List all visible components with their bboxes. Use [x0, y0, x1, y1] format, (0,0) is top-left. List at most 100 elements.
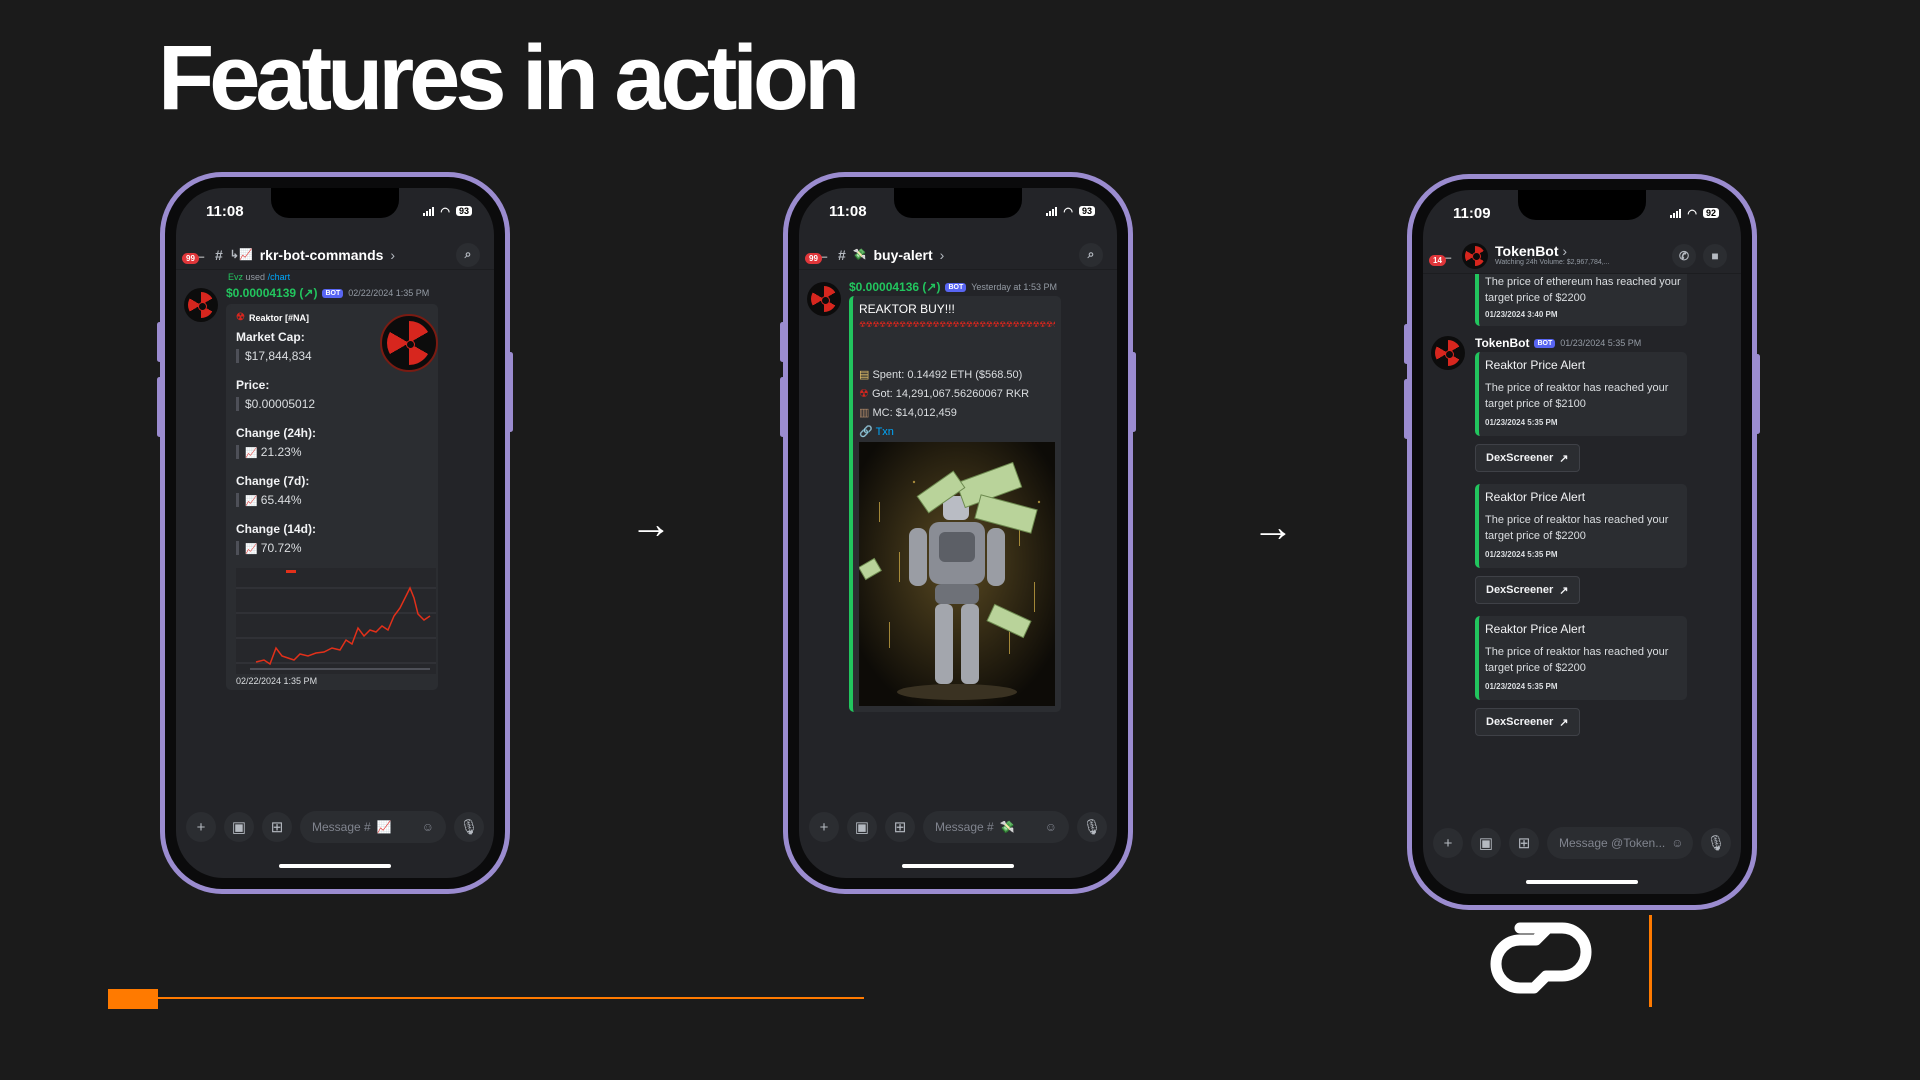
emoji-icon[interactable]: ☺ [422, 820, 434, 834]
chart-embed: ☢ Reaktor [#NA] Market Cap: $17,844,834 … [226, 304, 438, 690]
price-chart-image[interactable] [236, 568, 436, 674]
avatar[interactable] [1462, 242, 1488, 269]
dexscreener-button[interactable]: DexScreener ↗ [1475, 708, 1580, 736]
notch [1518, 190, 1646, 220]
bot-name[interactable]: TokenBot [1475, 336, 1529, 350]
phone-screen: 11:09 ◠ 92 ← 14 TokenBot › Watching 24h … [1423, 190, 1741, 894]
message-header: TokenBot BOT 01/23/2024 5:35 PM [1475, 336, 1641, 350]
message-header: $0.00004139 (↗) BOT 02/22/2024 1:35 PM [226, 286, 429, 300]
avatar[interactable] [1431, 336, 1465, 370]
alert-text: The price of reaktor has reached your ta… [1485, 646, 1669, 674]
image-icon[interactable]: ▣ [224, 812, 254, 842]
emoji-icon[interactable]: ☺ [1045, 820, 1057, 834]
dm-title[interactable]: TokenBot [1495, 243, 1559, 259]
status-time: 11:08 [206, 202, 244, 220]
chart-up-icon: 📈 [245, 448, 258, 459]
bot-tag: BOT [1534, 338, 1556, 348]
phone-side-button [508, 352, 513, 432]
slide-title: Features in action [158, 27, 860, 129]
chart-emoji-icon: 📈 [376, 820, 392, 834]
external-link-icon: ↗ [1559, 716, 1569, 729]
chart-up-icon: 📈 [245, 544, 258, 555]
microphone-icon[interactable]: 🎙 [1701, 828, 1731, 858]
avatar[interactable] [807, 282, 841, 316]
alert-title: Reaktor Price Alert [1485, 358, 1586, 372]
microphone-icon[interactable]: 🎙 [1077, 812, 1107, 842]
avatar[interactable] [184, 288, 218, 322]
phone-screen: 11:08 ◠ 93 ← 99 # 💸 buy-alert › ⌕ $0.000… [799, 188, 1117, 878]
home-indicator[interactable] [279, 864, 391, 868]
wifi-icon: ◠ [1063, 205, 1073, 218]
buy-alert-embed: REAKTOR BUY!!! ☢☢☢☢☢☢☢☢☢☢☢☢☢☢☢☢☢☢☢☢☢☢☢☢☢… [849, 296, 1061, 712]
image-icon[interactable]: ▣ [847, 812, 877, 842]
field-price: Price: $0.00005012 [236, 378, 316, 411]
image-icon[interactable]: ▣ [1471, 828, 1501, 858]
plus-icon[interactable]: + [809, 812, 839, 842]
channel-name[interactable]: rkr-bot-commands [260, 247, 384, 263]
link-icon: 🔗 [859, 426, 873, 438]
chest-icon: ▥ [859, 407, 870, 419]
message-input[interactable]: Message # 📈 ☺ [300, 811, 446, 843]
wifi-icon: ◠ [1687, 207, 1697, 220]
chart-up-icon: 📈 [245, 496, 258, 507]
radioactive-icon [188, 292, 214, 318]
radioactive-icon [1465, 245, 1485, 266]
bot-tag: BOT [322, 288, 344, 298]
bot-name[interactable]: $0.00004136 (↗) [849, 280, 940, 294]
alert-title: Reaktor Price Alert [1485, 490, 1586, 504]
notch [271, 188, 399, 218]
external-link-icon: ↗ [1559, 452, 1569, 465]
microphone-icon[interactable]: 🎙 [454, 812, 484, 842]
command-link[interactable]: /chart [268, 272, 291, 282]
unread-badge: 99 [805, 253, 822, 264]
video-call-icon[interactable]: ■ [1703, 243, 1727, 268]
gift-icon[interactable]: ⊞ [885, 812, 915, 842]
buy-title: REAKTOR BUY!!! [859, 302, 955, 316]
message-input[interactable]: Message @Token... ☺ [1547, 827, 1693, 859]
search-icon[interactable]: ⌕ [456, 242, 480, 267]
radioactive-icon: ☢ [236, 312, 245, 323]
bot-name[interactable]: $0.00004139 (↗) [226, 286, 317, 300]
unread-badge: 14 [1429, 255, 1446, 266]
txn-link[interactable]: Txn [876, 426, 894, 438]
phone-side-button [157, 377, 162, 437]
hash-icon: # [215, 246, 223, 263]
field-change-14d: Change (14d): 📈 70.72% [236, 522, 317, 555]
signal-icon [1046, 206, 1058, 216]
price-alert-embed: Reaktor Price Alert The price of reaktor… [1475, 616, 1687, 700]
embed-author: ☢ Reaktor [#NA] [236, 312, 309, 323]
phone-price-alerts: 11:09 ◠ 92 ← 14 TokenBot › Watching 24h … [1404, 174, 1760, 910]
phone-buy-alert: 11:08 ◠ 93 ← 99 # 💸 buy-alert › ⌕ $0.000… [780, 172, 1136, 894]
emoji-icon[interactable]: ☺ [1671, 836, 1683, 850]
embed-thumbnail [380, 314, 438, 372]
signal-icon [1670, 208, 1682, 218]
phone-call-icon[interactable]: ✆ [1672, 243, 1696, 268]
alert-text: The price of reaktor has reached your ta… [1485, 382, 1669, 410]
home-indicator[interactable] [1526, 880, 1638, 884]
vertical-divider [1649, 915, 1652, 1007]
phone-side-button [157, 322, 162, 362]
home-indicator[interactable] [902, 864, 1014, 868]
status-time: 11:08 [829, 202, 867, 220]
battery-icon: 92 [1702, 208, 1719, 218]
robot-money-image[interactable] [859, 442, 1055, 706]
dexscreener-button[interactable]: DexScreener ↗ [1475, 444, 1580, 472]
message-input[interactable]: Message # 💸 ☺ [923, 811, 1069, 843]
plus-icon[interactable]: + [186, 812, 216, 842]
radioactive-emoji-row: ☢☢☢☢☢☢☢☢☢☢☢☢☢☢☢☢☢☢☢☢☢☢☢☢☢☢☢☢☢☢☢☢☢☢☢☢☢☢☢☢… [859, 320, 1055, 329]
brand-logo [1490, 922, 1592, 994]
search-icon[interactable]: ⌕ [1079, 242, 1103, 267]
channel-name[interactable]: buy-alert [874, 247, 933, 263]
dexscreener-button[interactable]: DexScreener ↗ [1475, 576, 1580, 604]
phone-side-button [780, 322, 785, 362]
money-icon: ▤ [859, 369, 870, 381]
phone-side-button [1131, 352, 1136, 432]
gift-icon[interactable]: ⊞ [1509, 828, 1539, 858]
radioactive-icon [1435, 340, 1461, 366]
dm-subtitle: Watching 24h Volume: $2,967,784,... [1495, 259, 1610, 267]
phone-side-button [1404, 379, 1409, 439]
field-change-7d: Change (7d): 📈 65.44% [236, 474, 310, 507]
plus-icon[interactable]: + [1433, 828, 1463, 858]
message-timestamp: 02/22/2024 1:35 PM [348, 288, 430, 298]
gift-icon[interactable]: ⊞ [262, 812, 292, 842]
